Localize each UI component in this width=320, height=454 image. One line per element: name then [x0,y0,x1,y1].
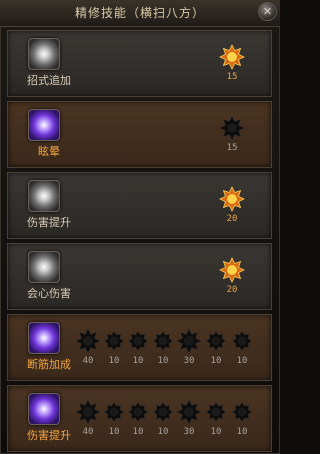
gem-slot[interactable]: 10 [124,328,152,366]
refine-gem-empty-icon [176,399,202,425]
refine-gem-active-icon [219,44,245,70]
skill-name: 会心伤害 [27,287,71,300]
refine-gem-empty-icon [203,328,229,354]
refine-gem-active-icon [219,186,245,212]
gem-value: 10 [236,356,248,366]
skill-icon[interactable] [28,180,60,212]
gem-slot[interactable]: 10 [124,399,152,437]
gem-value: 10 [132,356,144,366]
gem-value: 10 [210,356,222,366]
close-button[interactable]: ✕ [258,2,277,21]
gem-value: 15 [226,143,238,153]
skill-row: 招式追加 15 [7,30,272,97]
gem-value: 20 [226,214,238,224]
refine-gem-empty-icon [75,328,101,354]
skill-row: 伤害提升 20 [7,172,272,239]
gem-slot[interactable]: 30 [175,399,203,437]
gem-slot[interactable]: 10 [228,328,256,366]
gem-slot[interactable]: 10 [202,328,230,366]
skill-row: 伤害提升 40 10 10 10 30 10 10 [7,385,272,452]
gem-value: 10 [157,356,169,366]
refine-gem-empty-icon [125,328,151,354]
gem-slot[interactable]: 30 [175,328,203,366]
refine-gem-empty-icon [150,399,176,425]
gem-value: 40 [82,427,94,437]
refine-gem-empty-icon [125,399,151,425]
gem-slot[interactable]: 40 [74,328,102,366]
gem-slot[interactable]: 15 [218,115,246,153]
gem-slot[interactable]: 20 [218,257,246,295]
skill-icon[interactable] [28,38,60,70]
skill-row: 会心伤害 20 [7,243,272,310]
refine-gem-active-icon [219,257,245,283]
refine-gem-empty-icon [229,399,255,425]
gem-value: 10 [236,427,248,437]
gem-value: 30 [183,356,195,366]
refine-gem-empty-icon [203,399,229,425]
refine-gem-empty-icon [229,328,255,354]
gem-slot[interactable]: 10 [202,399,230,437]
refine-gem-empty-icon [150,328,176,354]
skill-icon[interactable] [28,109,60,141]
title-bar: 精修技能（横扫八方） ✕ [0,0,280,27]
gem-value: 30 [183,427,195,437]
window-title: 精修技能（横扫八方） [74,6,205,20]
gem-slot[interactable]: 10 [149,328,177,366]
gem-value: 10 [132,427,144,437]
close-icon: ✕ [262,5,273,18]
skill-icon[interactable] [28,251,60,283]
gem-slot[interactable]: 10 [228,399,256,437]
refine-gem-empty-icon [75,399,101,425]
gem-value: 10 [210,427,222,437]
skill-icon[interactable] [28,322,60,354]
gem-value: 15 [226,72,238,82]
skill-name: 眩晕 [38,145,60,158]
skill-row: 眩晕 15 [7,101,272,168]
gem-slot[interactable]: 10 [149,399,177,437]
skill-row: 断筋加成 40 10 10 10 30 10 10 [7,314,272,381]
gem-value: 40 [82,356,94,366]
skill-icon[interactable] [28,393,60,425]
gem-value: 20 [226,285,238,295]
gem-slot[interactable]: 15 [218,44,246,82]
refine-gem-empty-icon [176,328,202,354]
gem-value: 10 [157,427,169,437]
gem-slot[interactable]: 20 [218,186,246,224]
gem-slot[interactable]: 40 [74,399,102,437]
skill-name: 伤害提升 [27,216,71,229]
skill-name: 招式追加 [27,74,71,87]
refine-gem-empty-icon [219,115,245,141]
